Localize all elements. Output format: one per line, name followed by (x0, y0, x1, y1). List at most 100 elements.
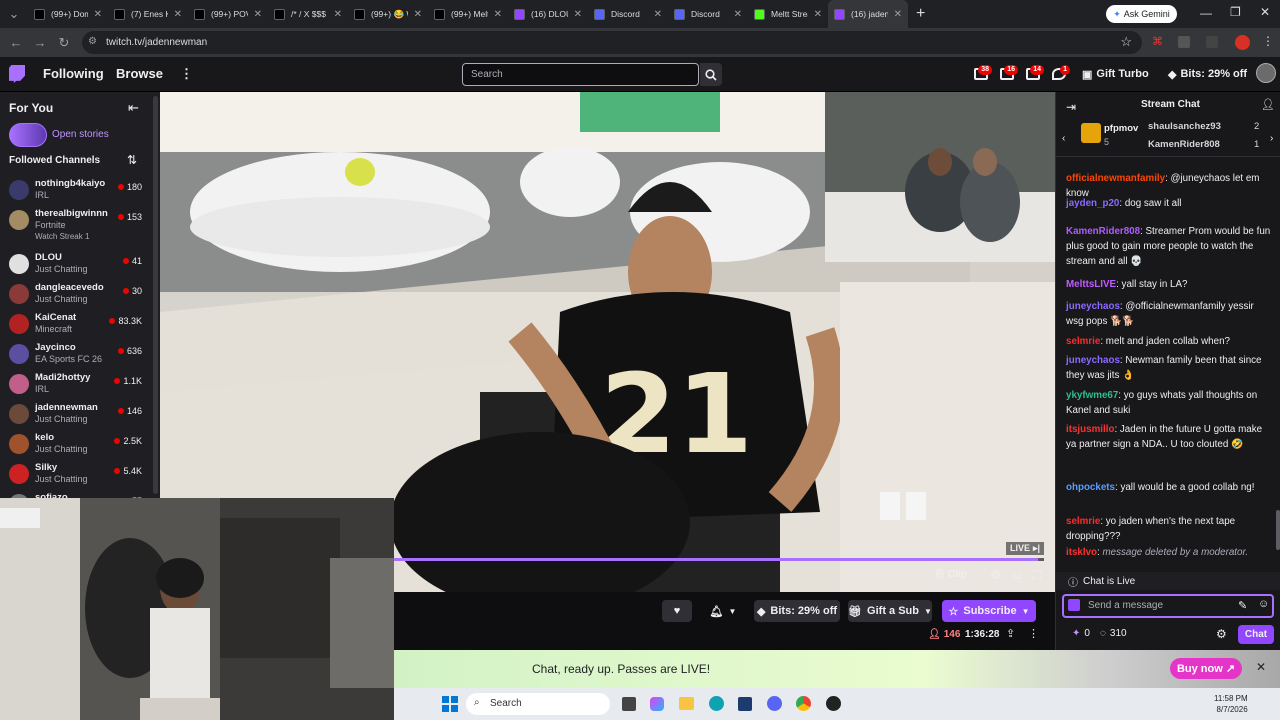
followed-channel[interactable]: therealbigwinnn Fortnite 153 Watch Streak 1 (0, 206, 155, 241)
chat-bubble-icon[interactable]: 1 (1052, 65, 1070, 80)
send-message-input[interactable]: Send a message ✎ ☺ (1062, 594, 1274, 618)
following-link[interactable]: Following (43, 66, 104, 81)
collapse-sidebar-icon[interactable]: ⇤ (128, 100, 139, 116)
close-tab-icon[interactable]: ✕ (734, 9, 742, 20)
close-tab-icon[interactable]: ✕ (414, 9, 422, 20)
close-tab-icon[interactable]: ✕ (894, 9, 902, 20)
bits-cheer-icon[interactable]: ✎ (1238, 599, 1247, 612)
open-stories-link[interactable]: Open stories (52, 129, 109, 140)
bookmark-star-icon[interactable]: ☆ (1120, 34, 1132, 50)
chat-username[interactable]: itsklvo (1066, 547, 1097, 558)
back-button[interactable]: ← (4, 35, 28, 50)
followed-channel[interactable]: Jaycinco EA Sports FC 26 636 (0, 340, 155, 370)
extension-icon[interactable]: ⌘ (1152, 35, 1166, 49)
followed-channel[interactable]: jadennewman Just Chatting 146 (0, 400, 155, 430)
sort-icon[interactable]: ⇅ (127, 153, 137, 167)
ask-gemini-button[interactable]: ✦ Ask Gemini (1106, 5, 1177, 23)
chat-username[interactable]: selmrie (1066, 336, 1100, 347)
task-view-icon[interactable] (622, 697, 636, 711)
close-tab-icon[interactable]: ✕ (494, 9, 502, 20)
close-tab-icon[interactable]: ✕ (654, 9, 662, 20)
sidebar-scrollbar[interactable] (153, 96, 158, 494)
twitch-logo-icon[interactable] (9, 65, 25, 83)
chrome-icon[interactable] (796, 696, 811, 711)
obs-icon[interactable] (826, 696, 841, 711)
chat-send-button[interactable]: Chat (1238, 625, 1274, 644)
get-bits-button[interactable]: ◆ Bits: 29% off (1168, 68, 1247, 81)
chat-username[interactable]: officialnewmanfamily (1066, 173, 1165, 184)
prev-arrow-icon[interactable]: ‹ (1062, 133, 1065, 144)
community-icon[interactable]: 👤︎ (1261, 98, 1275, 111)
browser-tab[interactable]: Discord ✕ (588, 0, 668, 28)
buy-now-button[interactable]: Buy now ↗ (1170, 658, 1242, 679)
tab-search-icon[interactable]: ⌄ (0, 6, 28, 22)
notification-bell-button[interactable]: 🔔︎ ▼ (702, 600, 744, 622)
chat-scrollbar[interactable] (1276, 510, 1280, 550)
profile-avatar[interactable] (1235, 35, 1250, 50)
chat-username[interactable]: MelttsLIVE (1066, 279, 1116, 290)
chat-username[interactable]: selmrie (1066, 516, 1100, 527)
followed-channel[interactable]: nothingb4kaiyo IRL 180 (0, 176, 155, 206)
browser-menu-icon[interactable]: ⋮ (1262, 34, 1274, 48)
new-tab-button[interactable]: + (916, 5, 925, 23)
settings-gear-icon[interactable]: ⚙ (990, 568, 1001, 582)
stories-avatars[interactable] (9, 123, 47, 147)
discord-icon[interactable] (767, 696, 782, 711)
emote-icon[interactable]: ☺ (1258, 598, 1269, 610)
chat-username[interactable]: juneychaos (1066, 301, 1120, 312)
playback-progress[interactable] (394, 558, 1044, 561)
close-window-button[interactable]: ✕ (1260, 5, 1270, 19)
browser-tab[interactable]: (16) jadenne✕ (828, 0, 908, 28)
close-tab-icon[interactable]: ✕ (574, 9, 582, 20)
taskbar-clock[interactable]: 11:58 PM 8/7/2026 (1214, 693, 1248, 715)
followed-channel[interactable]: KaiCenat Minecraft 83.3K (0, 310, 155, 340)
user-avatar[interactable] (1256, 63, 1276, 83)
followed-channel[interactable]: DLOU Just Chatting 41 (0, 250, 155, 280)
chat-username[interactable]: jayden_p20 (1066, 198, 1119, 209)
reload-button[interactable]: ↻ (52, 35, 76, 51)
browse-link[interactable]: Browse (116, 66, 163, 81)
next-arrow-icon[interactable]: › (1270, 133, 1273, 144)
chat-settings-icon[interactable]: ⚙ (1216, 627, 1227, 641)
followed-channel[interactable]: kelo Just Chatting 2.5K (0, 430, 155, 460)
close-tab-icon[interactable]: ✕ (254, 9, 262, 20)
file-explorer-icon[interactable] (679, 697, 694, 710)
browser-tab[interactable]: Meltt Strear✕ (748, 0, 828, 28)
live-badge[interactable]: LIVE ▸| (1006, 542, 1045, 555)
close-banner-icon[interactable]: ✕ (1256, 660, 1266, 674)
browser-tab[interactable]: (99+) Melt a✕ (428, 0, 508, 28)
browser-tab[interactable]: (99+) POV: H✕ (188, 0, 268, 28)
extension-icon-2[interactable] (1178, 36, 1190, 48)
close-tab-icon[interactable]: ✕ (94, 9, 102, 20)
chat-username[interactable]: ykyfwme67 (1066, 390, 1118, 401)
browser-tab[interactable]: (99+) Domin✕ (28, 0, 108, 28)
prime-loot-icon[interactable]: 38 (974, 65, 992, 80)
browser-tab[interactable]: (16) DLOU -✕ (508, 0, 588, 28)
search-button[interactable] (700, 63, 722, 86)
close-tab-icon[interactable]: ✕ (814, 9, 822, 20)
browser-tab[interactable]: (7) Enes Kan✕ (108, 0, 188, 28)
chat-username[interactable]: KamenRider808 (1066, 226, 1140, 237)
browser-tab[interactable]: Discord ✕ (668, 0, 748, 28)
taskbar-search[interactable]: ⌕ Search (466, 693, 610, 715)
url-field[interactable]: ⚙ twitch.tv/jadennewman ☆ (82, 31, 1142, 54)
chat-username[interactable]: juneychaos (1066, 355, 1120, 366)
copilot-icon[interactable] (650, 697, 664, 711)
chat-username[interactable]: ohpockets (1066, 482, 1115, 493)
channel-points[interactable]: ✦ 0 ◌ 310 (1072, 628, 1127, 639)
store-icon[interactable] (738, 697, 752, 711)
more-menu-icon[interactable]: ⋮ (180, 66, 193, 82)
windows-start-icon[interactable] (442, 696, 458, 712)
collapse-chat-icon[interactable]: ⇥ (1066, 100, 1076, 114)
forward-button[interactable]: → (28, 35, 52, 50)
extension-icon-3[interactable] (1206, 36, 1218, 48)
followed-channel[interactable]: dangleacevedo Just Chatting 30 (0, 280, 155, 310)
browser-tab[interactable]: (99+) 😂 W✕ (348, 0, 428, 28)
bits-button[interactable]: ◆ Bits: 29% off (754, 600, 840, 622)
whispers-icon[interactable]: 16 (1000, 65, 1018, 80)
gift-turbo-button[interactable]: ▣ Gift Turbo (1082, 68, 1149, 81)
close-tab-icon[interactable]: ✕ (334, 9, 342, 20)
more-options-icon[interactable]: ⋮ (1028, 627, 1039, 640)
share-icon[interactable]: ⇪ (1006, 627, 1015, 640)
search-input[interactable]: Search (462, 63, 699, 86)
